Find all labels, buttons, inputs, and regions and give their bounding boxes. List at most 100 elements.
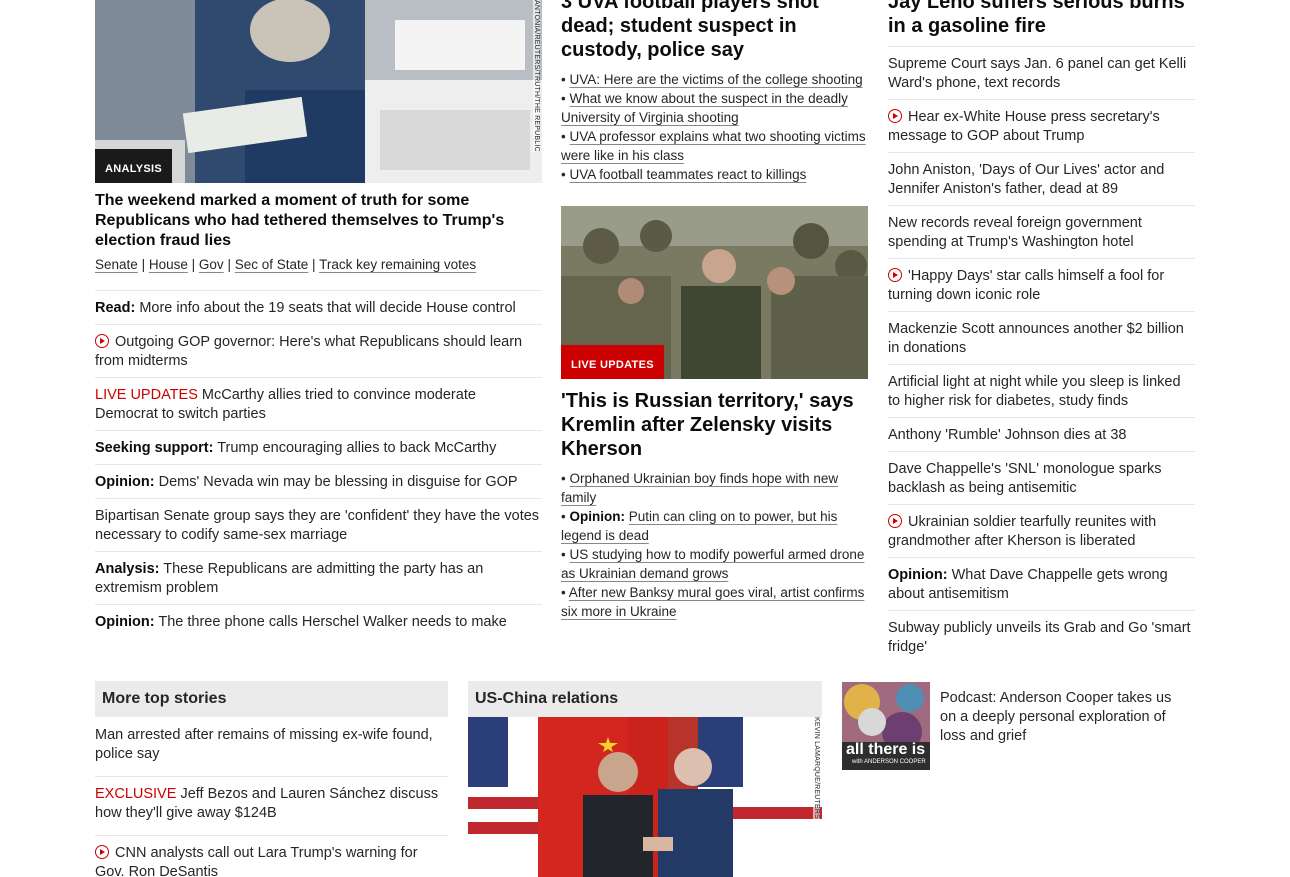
sublink-sec-of-state[interactable]: Sec of State: [235, 257, 309, 272]
bullet: •: [561, 91, 566, 106]
list-item[interactable]: Subway publicly unveils its Grab and Go …: [888, 611, 1195, 663]
item-label: Read:: [95, 300, 136, 316]
lead-headline[interactable]: The weekend marked a moment of truth for…: [95, 191, 542, 251]
list-item[interactable]: Bipartisan Senate group says they are 'c…: [95, 499, 542, 552]
more-top-stories-heading: More top stories: [95, 681, 448, 717]
bullet: •: [561, 547, 566, 562]
item-text: Mackenzie Scott announces another $2 bil…: [888, 321, 1184, 356]
bullet: •: [561, 167, 566, 182]
play-icon: [888, 109, 902, 123]
list-item[interactable]: Man arrested after remains of missing ex…: [95, 717, 448, 777]
sublink-separator: |: [312, 257, 316, 272]
analysis-badge: ANALYSIS: [95, 149, 173, 183]
bullet: •: [561, 129, 566, 144]
item-text: Supreme Court says Jan. 6 panel can get …: [888, 56, 1187, 91]
podcast-thumbnail[interactable]: all there is with ANDERSON COOPER: [842, 682, 930, 770]
item-text: Trump encouraging allies to back McCarth…: [217, 440, 497, 456]
lead-story-list: Read: More info about the 19 seats that …: [95, 290, 542, 638]
list-item[interactable]: Ukrainian soldier tearfully reunites wit…: [888, 505, 1195, 558]
item-text: CNN analysts call out Lara Trump's warni…: [95, 845, 418, 877]
list-item[interactable]: • UVA football teammates react to killin…: [561, 165, 868, 184]
uva-bullet-list: • UVA: Here are the victims of the colle…: [561, 70, 868, 184]
list-item[interactable]: 'Happy Days' star calls himself a fool f…: [888, 259, 1195, 312]
item-text: Anthony 'Rumble' Johnson dies at 38: [888, 427, 1127, 443]
list-item[interactable]: Analysis: These Republicans are admittin…: [95, 552, 542, 605]
flags-handshake-photo: [468, 717, 822, 877]
list-item[interactable]: Dave Chappelle's 'SNL' monologue sparks …: [888, 452, 1195, 505]
item-text: Bipartisan Senate group says they are 'c…: [95, 508, 540, 543]
item-text: Man arrested after remains of missing ex…: [95, 727, 433, 762]
photo-credit: ANTONIA/REUTERS/TRUTH/THE REPUBLIC: [533, 0, 540, 152]
list-item[interactable]: • What we know about the suspect in the …: [561, 89, 868, 127]
list-item[interactable]: Opinion: Dems' Nevada win may be blessin…: [95, 465, 542, 499]
item-text: 'Happy Days' star calls himself a fool f…: [888, 268, 1165, 303]
item-text: After new Banksy mural goes viral, artis…: [561, 585, 865, 619]
sublink-senate[interactable]: Senate: [95, 257, 138, 272]
item-text: Artificial light at night while you slee…: [888, 374, 1181, 409]
us-china-section: US-China relations KEVIN LAMARQUE/REUTER…: [468, 681, 822, 877]
list-item[interactable]: Artificial light at night while you slee…: [888, 365, 1195, 418]
item-text: More info about the 19 seats that will d…: [139, 300, 516, 316]
sublink-gov[interactable]: Gov: [199, 257, 224, 272]
uva-headline[interactable]: 3 UVA football players shot dead; studen…: [561, 0, 868, 62]
lead-column: ANTONIA/REUTERS/TRUTH/THE REPUBLIC ANALY…: [95, 0, 542, 638]
list-item[interactable]: CNN analysts call out Lara Trump's warni…: [95, 836, 448, 877]
list-item[interactable]: New records reveal foreign government sp…: [888, 206, 1195, 259]
item-text: The three phone calls Herschel Walker ne…: [158, 614, 507, 630]
list-item[interactable]: Anthony 'Rumble' Johnson dies at 38: [888, 418, 1195, 452]
sublink-track-votes[interactable]: Track key remaining votes: [319, 257, 476, 272]
list-item[interactable]: Seeking support: Trump encouraging allie…: [95, 431, 542, 465]
election-sublinks: Senate | House | Gov | Sec of State | Tr…: [95, 257, 542, 272]
item-text: Ukrainian soldier tearfully reunites wit…: [888, 514, 1157, 549]
list-item[interactable]: • US studying how to modify powerful arm…: [561, 545, 868, 583]
item-label: Opinion:: [569, 509, 625, 524]
item-text: John Aniston, 'Days of Our Lives' actor …: [888, 162, 1165, 197]
podcast-thumb-subtitle: with ANDERSON COOPER: [852, 759, 926, 765]
headlines-column: Jay Leno suffers serious burns in a gaso…: [888, 0, 1195, 663]
live-updates-label: LIVE UPDATES: [95, 387, 198, 403]
sublink-separator: |: [141, 257, 146, 272]
item-text: UVA: Here are the victims of the college…: [569, 72, 863, 87]
list-item[interactable]: John Aniston, 'Days of Our Lives' actor …: [888, 153, 1195, 206]
item-label: Opinion:: [95, 474, 155, 490]
leno-headline[interactable]: Jay Leno suffers serious burns in a gaso…: [888, 0, 1195, 47]
exclusive-label: EXCLUSIVE: [95, 786, 177, 802]
live-updates-badge: LIVE UPDATES: [561, 345, 664, 379]
list-item[interactable]: LIVE UPDATES McCarthy allies tried to co…: [95, 378, 542, 431]
photo-credit: KEVIN LAMARQUE/REUTERS: [813, 717, 820, 820]
item-text: Subway publicly unveils its Grab and Go …: [888, 620, 1191, 655]
list-item[interactable]: Supreme Court says Jan. 6 panel can get …: [888, 47, 1195, 100]
lead-photo[interactable]: ANTONIA/REUTERS/TRUTH/THE REPUBLIC ANALY…: [95, 0, 542, 183]
item-text: Dems' Nevada win may be blessing in disg…: [158, 474, 518, 490]
play-icon: [888, 514, 902, 528]
item-text: US studying how to modify powerful armed…: [561, 547, 865, 581]
item-label: Analysis:: [95, 561, 160, 577]
play-icon: [95, 334, 109, 348]
item-text: UVA football teammates react to killings: [569, 167, 807, 182]
zelensky-photo[interactable]: LIVE UPDATES: [561, 206, 868, 379]
list-item[interactable]: Read: More info about the 19 seats that …: [95, 291, 542, 325]
list-item[interactable]: Hear ex-White House press secretary's me…: [888, 100, 1195, 153]
more-top-stories: More top stories Man arrested after rema…: [95, 681, 448, 877]
sublink-separator: |: [227, 257, 231, 272]
item-text: Dave Chappelle's 'SNL' monologue sparks …: [888, 461, 1162, 496]
list-item[interactable]: • UVA professor explains what two shooti…: [561, 127, 868, 165]
item-label: Seeking support:: [95, 440, 214, 456]
more-stories-list: Man arrested after remains of missing ex…: [95, 717, 448, 877]
podcast-text[interactable]: Podcast: Anderson Cooper takes us on a d…: [940, 689, 1190, 746]
item-label: Opinion:: [95, 614, 155, 630]
list-item[interactable]: • Opinion: Putin can cling on to power, …: [561, 507, 868, 545]
list-item[interactable]: Opinion: What Dave Chappelle gets wrong …: [888, 558, 1195, 611]
list-item[interactable]: • UVA: Here are the victims of the colle…: [561, 70, 868, 89]
list-item[interactable]: • Orphaned Ukrainian boy finds hope with…: [561, 469, 868, 507]
sublink-house[interactable]: House: [149, 257, 188, 272]
list-item[interactable]: Mackenzie Scott announces another $2 bil…: [888, 312, 1195, 365]
item-text: Outgoing GOP governor: Here's what Repub…: [95, 334, 523, 369]
list-item[interactable]: Outgoing GOP governor: Here's what Repub…: [95, 325, 542, 378]
list-item[interactable]: • After new Banksy mural goes viral, art…: [561, 583, 868, 621]
list-item[interactable]: EXCLUSIVE Jeff Bezos and Lauren Sánchez …: [95, 777, 448, 836]
kremlin-headline[interactable]: 'This is Russian territory,' says Kremli…: [561, 389, 868, 461]
xi-biden-photo[interactable]: KEVIN LAMARQUE/REUTERS: [468, 717, 822, 877]
list-item[interactable]: Opinion: The three phone calls Herschel …: [95, 605, 542, 638]
podcast-thumb-title: all there is: [846, 741, 926, 758]
